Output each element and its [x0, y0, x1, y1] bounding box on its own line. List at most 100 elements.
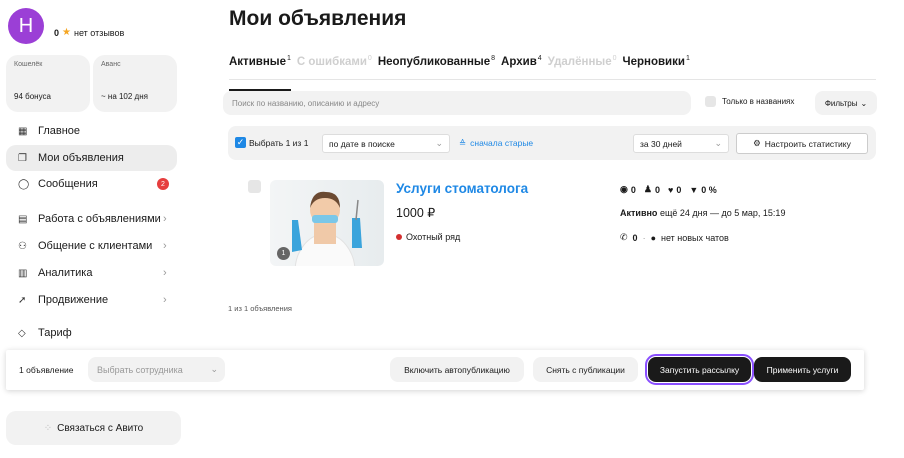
sidebar-item-label: Общение с клиентами: [38, 240, 153, 252]
start-mailing-button[interactable]: Запустить рассылку: [645, 354, 754, 385]
sidebar-item-label: Аналитика: [38, 267, 93, 279]
period-select[interactable]: за 30 дней ⌄: [633, 134, 729, 153]
person-icon: ♟: [643, 184, 652, 194]
advance-value: ~ на 102 дня: [101, 92, 148, 101]
tab-errors[interactable]: С ошибками0: [297, 55, 372, 79]
sidebar-item-label: Тариф: [38, 327, 72, 339]
listing-status: Активно ещё 24 дня — до 5 мар, 15:19: [620, 208, 785, 218]
tab-deleted[interactable]: Удалённые0: [548, 55, 617, 79]
sidebar-item-label: Мои объявления: [38, 152, 124, 164]
checkbox[interactable]: [705, 96, 716, 107]
filters-label: Фильтры: [824, 98, 858, 108]
sidebar-item-tariff[interactable]: ◇ Тариф: [6, 320, 177, 346]
chats-status[interactable]: нет новых чатов: [661, 233, 729, 243]
contact-avito-button[interactable]: ⁘ Связаться с Авито: [6, 411, 181, 445]
star-icon: ★: [62, 27, 71, 38]
only-names-checkbox[interactable]: Только в названиях: [705, 96, 794, 107]
grid-icon: ▦: [18, 125, 28, 137]
chevron-right-icon: ›: [163, 267, 167, 279]
sidebar-item-messages[interactable]: ◯ Сообщения 2: [6, 171, 177, 197]
chevron-down-icon: ⌄: [714, 138, 722, 148]
sidebar-item-analytics[interactable]: ▥ Аналитика ›: [6, 260, 177, 286]
wallet-caption: Кошелёк: [14, 61, 43, 68]
gear-icon: ⚙: [753, 138, 761, 148]
chevron-right-icon: ›: [163, 294, 167, 306]
status-badge: Активно: [620, 208, 658, 218]
filter-icon: ▼: [689, 184, 699, 195]
chevron-down-icon: ⌄: [860, 98, 868, 108]
eye-icon: ◉: [620, 184, 628, 194]
diamond-icon: ◇: [18, 327, 26, 339]
sort-icon: ≙: [459, 138, 467, 148]
sort-select[interactable]: по дате в поиске ⌄: [322, 134, 450, 153]
bulk-action-bar: 1 объявление Выбрать сотрудника ⌄ Включи…: [6, 350, 864, 390]
chevron-down-icon: ⌄: [210, 364, 218, 374]
sidebar-item-clients[interactable]: ⚇ Общение с клиентами ›: [6, 233, 177, 259]
rating-value: 0: [54, 27, 60, 38]
chevron-down-icon: ⌄: [435, 138, 443, 148]
wallet-card[interactable]: Кошелёк 94 бонуса: [6, 55, 90, 112]
apply-services-button[interactable]: Применить услуги: [754, 357, 851, 382]
sidebar-item-main[interactable]: ▦ Главное: [6, 118, 177, 144]
unpublish-button[interactable]: Снять с публикации: [533, 357, 638, 382]
chevron-right-icon: ›: [163, 240, 167, 252]
rating[interactable]: 0 ★ нет отзывов: [54, 27, 124, 38]
selected-count: 1 объявление: [19, 365, 74, 375]
tab-active[interactable]: Активные1: [229, 55, 291, 91]
users-icon: ⚇: [18, 240, 27, 252]
avatar[interactable]: Н: [8, 8, 44, 44]
photo-count: 1: [277, 247, 290, 260]
filters-button[interactable]: Фильтры ⌄: [815, 91, 877, 115]
autopublish-button[interactable]: Включить автопубликацию: [390, 357, 524, 382]
search-input[interactable]: Поиск по названию, описанию и адресу: [223, 91, 691, 115]
avito-logo-icon: ⁘: [43, 422, 53, 434]
contact-avito-label: Связаться с Авито: [57, 422, 144, 434]
listing-price: 1000 ₽: [396, 206, 436, 220]
listing-photo[interactable]: 1: [270, 180, 384, 266]
results-count: 1 из 1 объявления: [228, 304, 292, 313]
sidebar-item-label: Сообщения: [38, 178, 98, 190]
select-count: Выбрать 1 из 1: [249, 138, 309, 148]
tab-drafts[interactable]: Черновики1: [623, 55, 690, 79]
file-icon: ▤: [18, 213, 28, 225]
listing-title[interactable]: Услуги стоматолога: [396, 181, 528, 196]
wallet-value: 94 бонуса: [14, 92, 51, 101]
heart-icon: ♥: [667, 184, 674, 195]
tab-archive[interactable]: Архив4: [501, 55, 542, 79]
sidebar-item-promotion[interactable]: ➚ Продвижение ›: [6, 287, 177, 313]
bars-icon: ▥: [18, 267, 28, 279]
contacts-metric: ♟ 0: [643, 184, 660, 195]
chat-icon: ◯: [18, 178, 30, 190]
configure-stats-button[interactable]: ⚙ Настроить статистику: [736, 133, 868, 154]
sort-order-link[interactable]: ≙ сначала старые: [459, 138, 533, 149]
conversion-metric: ▼ 0 %: [689, 184, 717, 195]
sidebar-item-my-ads[interactable]: ❐ Мои объявления: [6, 145, 177, 171]
unread-badge: 2: [157, 178, 169, 190]
listing-checkbox[interactable]: [248, 180, 261, 193]
page-title: Мои объявления: [229, 7, 407, 30]
chat-bubble-icon: ●: [650, 232, 656, 243]
send-icon: ➚: [18, 294, 27, 306]
sidebar-item-label: Главное: [38, 125, 81, 137]
tab-unpublished[interactable]: Неопубликованные8: [378, 55, 495, 79]
copy-icon: ❐: [18, 152, 27, 164]
metro-icon: [396, 234, 402, 240]
views-metric: ◉ 0: [620, 184, 636, 195]
sidebar-item-ads-work[interactable]: ▤ Работа с объявлениями ›: [6, 206, 177, 232]
only-names-label: Только в названиях: [722, 97, 795, 106]
listing-metrics: ◉ 0 ♟ 0 ♥ 0 ▼ 0 %: [620, 184, 717, 195]
listing-location: Охотный ряд: [396, 232, 460, 242]
tabs: Активные1 С ошибками0 Неопубликованные8 …: [229, 55, 876, 91]
listing-communications: ✆ 0 · ● нет новых чатов: [620, 232, 729, 243]
favorites-metric: ♥ 0: [667, 184, 682, 195]
advance-card[interactable]: Аванс ~ на 102 дня: [93, 55, 177, 112]
calls-count: 0: [632, 232, 638, 243]
phone-icon: ✆: [620, 232, 628, 242]
advance-caption: Аванс: [101, 61, 121, 68]
reviews-label: нет отзывов: [73, 27, 125, 38]
sidebar-item-label: Продвижение: [38, 294, 109, 306]
sidebar-item-label: Работа с объявлениями: [38, 213, 161, 225]
status-detail: ещё 24 дня — до 5 мар, 15:19: [659, 208, 786, 218]
employee-select[interactable]: Выбрать сотрудника ⌄: [88, 357, 225, 382]
select-all-checkbox[interactable]: ✓: [235, 137, 246, 148]
